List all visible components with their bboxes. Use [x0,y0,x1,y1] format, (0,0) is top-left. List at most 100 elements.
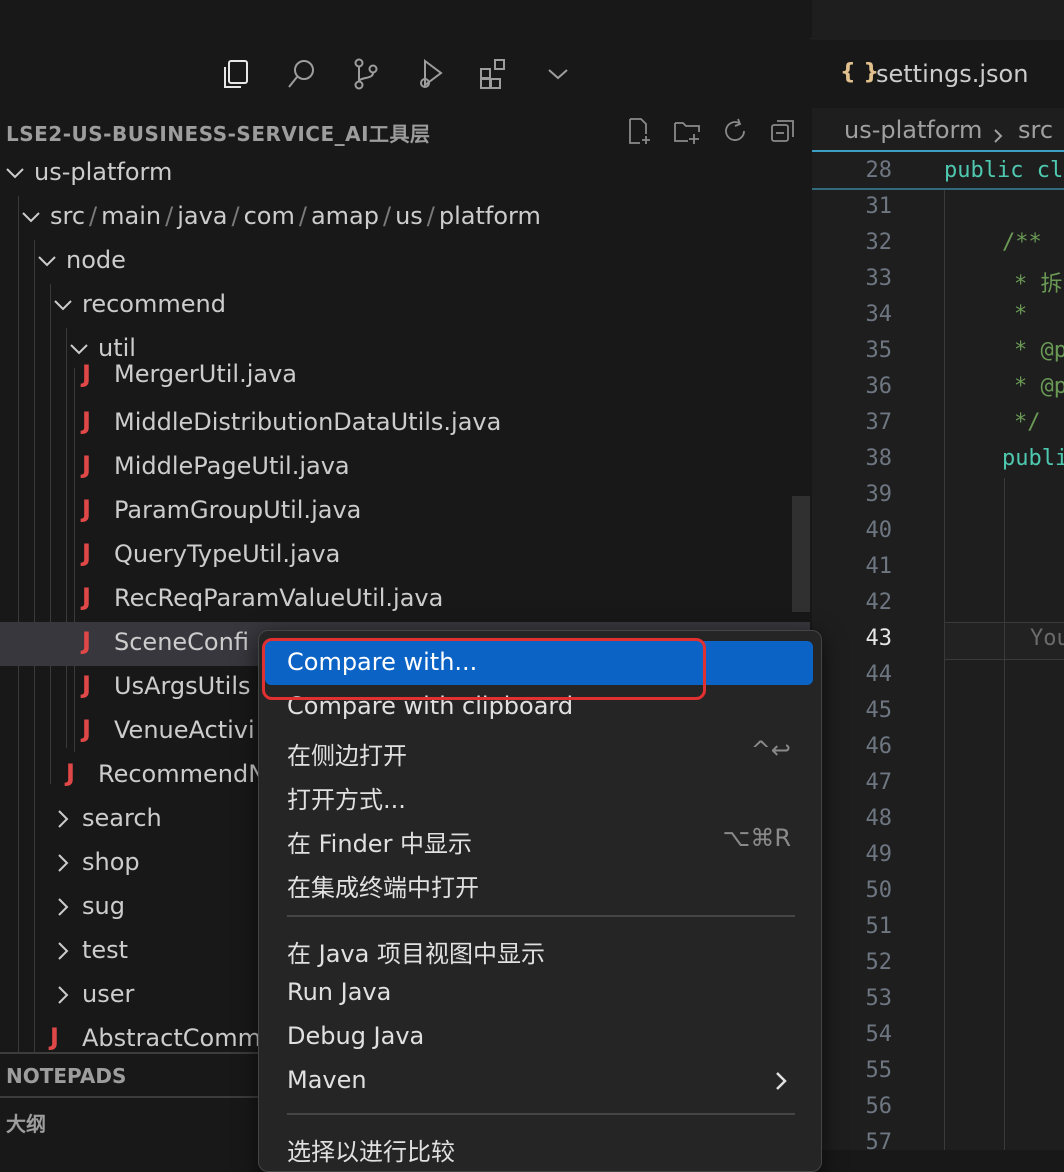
tree-file-label: SceneConfi [114,628,249,656]
search-icon[interactable] [282,54,322,94]
new-folder-icon[interactable] [670,114,704,148]
line-number: 43 [865,626,893,651]
collapse-all-icon[interactable] [766,114,800,148]
menu-item-open-to-side[interactable]: 在侧边打开 ^↩ [265,729,813,773]
code-line-text: publi [1002,446,1064,471]
explorer-scrollbar[interactable] [792,496,810,612]
java-file-icon: J [66,759,75,787]
chevron-right-icon [52,984,74,1006]
chevron-right-icon [52,940,74,962]
menu-item-label: 在 Finder 中显示 [287,830,473,858]
line-number: 50 [865,878,893,903]
menu-item-debug-java[interactable]: Debug Java [265,1015,813,1059]
tree-file-label: UsArgsUtils [114,672,251,700]
menu-item-select-for-compare[interactable]: 选择以进行比较 [265,1125,813,1169]
tree-file-label: AbstractComm [82,1024,261,1052]
menu-item-open-with[interactable]: 打开方式... [265,773,813,817]
java-file-icon: J [82,539,91,567]
menu-item-maven[interactable]: Maven [265,1059,813,1103]
line-number: 48 [865,806,893,831]
path-segment: java [177,202,228,230]
code-indent-guide [944,190,945,1150]
workspace-title: LSE2-US-BUSINESS-SERVICE_AI工具层 [6,122,431,146]
tree-folder-package-path[interactable]: src / main / java / com / amap / us / platform [0,196,810,240]
line-number: 57 [865,1130,893,1150]
tree-file-label: MergerUtil.java [114,360,298,388]
line-number: 41 [865,554,893,579]
chevron-down-icon [20,206,42,228]
tree-label: sug [82,892,125,920]
explorer-header: LSE2-US-BUSINESS-SERVICE_AI工具层 [0,110,810,150]
extensions-icon[interactable] [474,54,514,94]
line-number: 34 [865,302,893,327]
java-file-icon: J [82,671,91,699]
menu-item-run-java[interactable]: Run Java [265,971,813,1015]
menu-item-label: 在侧边打开 [287,742,407,770]
chevron-down-icon[interactable] [538,54,578,94]
menu-separator [287,1113,795,1115]
tree-folder-us-platform[interactable]: us-platform [0,152,810,196]
java-file-icon: J [82,715,91,743]
menu-shortcut: ⌥⌘R [722,824,791,852]
line-number: 47 [865,770,893,795]
line-number: 55 [865,1058,893,1083]
line-number: 38 [865,446,893,471]
path-segment: platform [438,202,541,230]
tab-label: settings.json [876,60,1029,88]
line-number: 52 [865,950,893,975]
menu-item-label: Run Java [287,978,392,1006]
line-number: 53 [865,986,893,1011]
menu-item-reveal-in-finder[interactable]: 在 Finder 中显示 ⌥⌘R [265,817,813,861]
tree-label: user [82,980,135,1008]
refresh-icon[interactable] [718,114,752,148]
run-debug-icon[interactable] [410,54,450,94]
line-number: 39 [865,482,893,507]
tree-file-row[interactable]: J MiddlePageUtil.java [0,446,810,490]
line-number: 28 [865,158,893,183]
menu-shortcut: ^↩ [750,736,791,764]
java-file-icon: J [82,451,91,479]
code-indent-guide [1004,478,1005,1150]
tree-file-row[interactable]: J RecReqParamValueUtil.java [0,578,810,622]
line-number: 37 [865,410,893,435]
tree-file-row[interactable]: J MiddleDistributionDataUtils.java [0,402,810,446]
tree-folder-recommend[interactable]: recommend [0,284,810,328]
editor-tab-bar: { } settings.json [812,40,1064,108]
tree-file-label: RecReqParamValueUtil.java [114,584,444,612]
tree-file-row[interactable]: J ParamGroupUtil.java [0,490,810,534]
path-segment: main [101,202,162,230]
tree-folder-node[interactable]: node [0,240,810,284]
menu-item-label: 打开方式... [287,786,406,814]
menu-separator [287,915,795,917]
tree-label: us-platform [34,158,173,186]
explorer-files-icon[interactable] [216,54,256,94]
chevron-right-icon [771,1070,791,1098]
menu-item-label: Debug Java [287,1022,425,1050]
path-segment: us [395,202,423,230]
path-segment: amap [310,202,379,230]
menu-item-open-in-terminal[interactable]: 在集成终端中打开 [265,861,813,905]
line-number: 49 [865,842,893,867]
new-file-icon[interactable] [622,114,656,148]
line-number: 44 [865,662,893,687]
tree-file-row[interactable]: J MergerUtil.java [0,360,810,396]
breadcrumb-item[interactable]: us-platform [844,116,982,144]
menu-item-reveal-java-project[interactable]: 在 Java 项目视图中显示 [265,927,813,971]
tree-label: recommend [82,290,226,318]
tree-file-label: QueryTypeUtil.java [114,540,341,568]
line-number: 36 [865,374,893,399]
tree-label: search [82,804,162,832]
code-line-text: * @p [1014,374,1064,399]
breadcrumb-item[interactable]: src [1018,116,1053,144]
tree-file-label: MiddleDistributionDataUtils.java [114,408,502,436]
path-segment: com [243,202,295,230]
line-number: 40 [865,518,893,543]
line-number: 46 [865,734,893,759]
line-number: 45 [865,698,893,723]
highlight-annotation [262,638,706,700]
chevron-right-icon [52,896,74,918]
source-control-icon[interactable] [346,54,386,94]
line-number: 35 [865,338,893,363]
menu-item-label: 在集成终端中打开 [287,874,479,902]
tree-file-row[interactable]: J QueryTypeUtil.java [0,534,810,578]
